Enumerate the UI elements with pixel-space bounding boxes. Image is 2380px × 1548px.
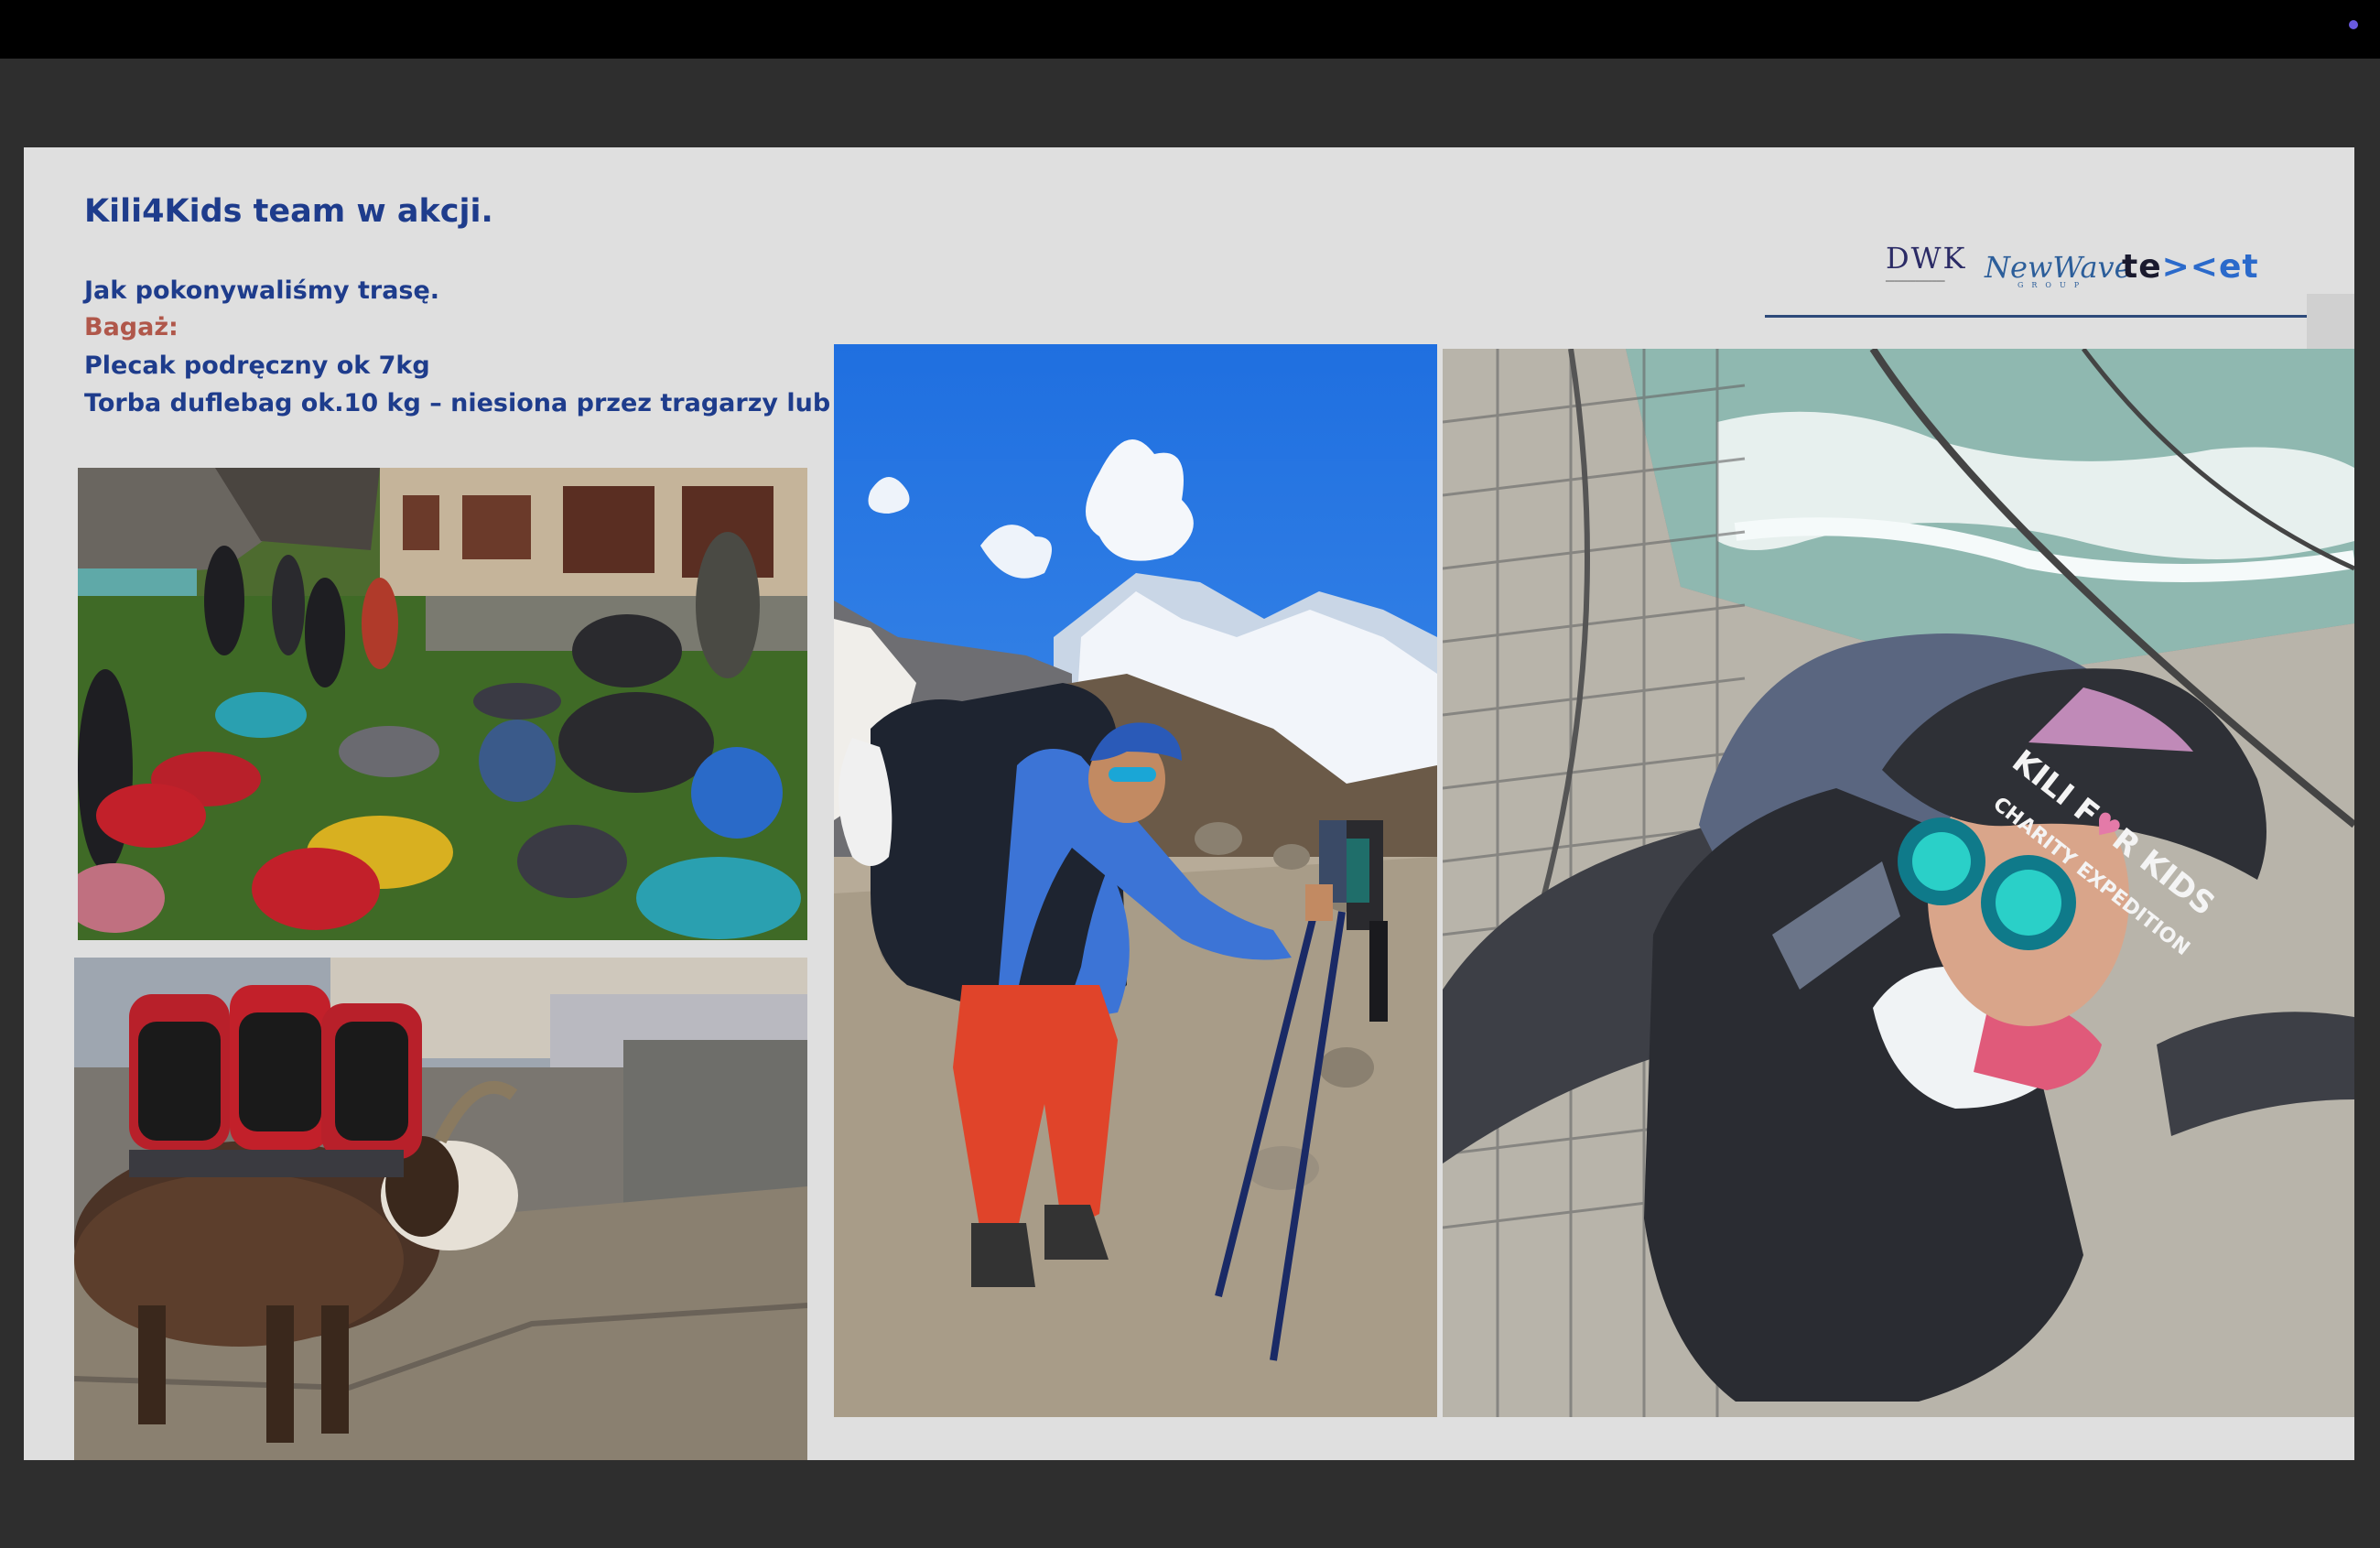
backpack-line: Plecak podręczny ok 7kg (84, 352, 430, 380)
newwave-logo: NewWave GROUP (1985, 250, 2132, 289)
dwk-logo-text: DWK (1886, 241, 1967, 276)
dwk-logo: DWK ▁▁▁▁▁▁▁▁▁▁▁▁▁▁ (1886, 243, 1975, 290)
photo-bridge-selfie: KILI F♥R KIDS CHARITY EXPEDITION (1443, 349, 2354, 1417)
photo-yak-carrying-bags (74, 958, 807, 1460)
texet-logo: te><et (2122, 248, 2259, 286)
photo-trekker-mountains (834, 344, 1437, 1417)
duffel-line: Torba duflebag ok.10 kg – niesiona przez… (84, 389, 890, 417)
status-dot (2349, 20, 2358, 29)
header-rule (1765, 315, 2325, 318)
top-bar (0, 0, 2380, 59)
presentation-slide: Kili4Kids team w akcji. Jak pokonywaliśm… (24, 147, 2354, 1460)
corner-tab (2307, 294, 2354, 353)
route-line: Jak pokonywaliśmy trasę. (84, 276, 440, 305)
slide-title: Kili4Kids team w akcji. (84, 193, 493, 230)
newwave-logo-text: NewWave (1985, 250, 2132, 285)
luggage-heading: Bagaż: (84, 313, 178, 341)
photo-camp-luggage (78, 468, 807, 940)
